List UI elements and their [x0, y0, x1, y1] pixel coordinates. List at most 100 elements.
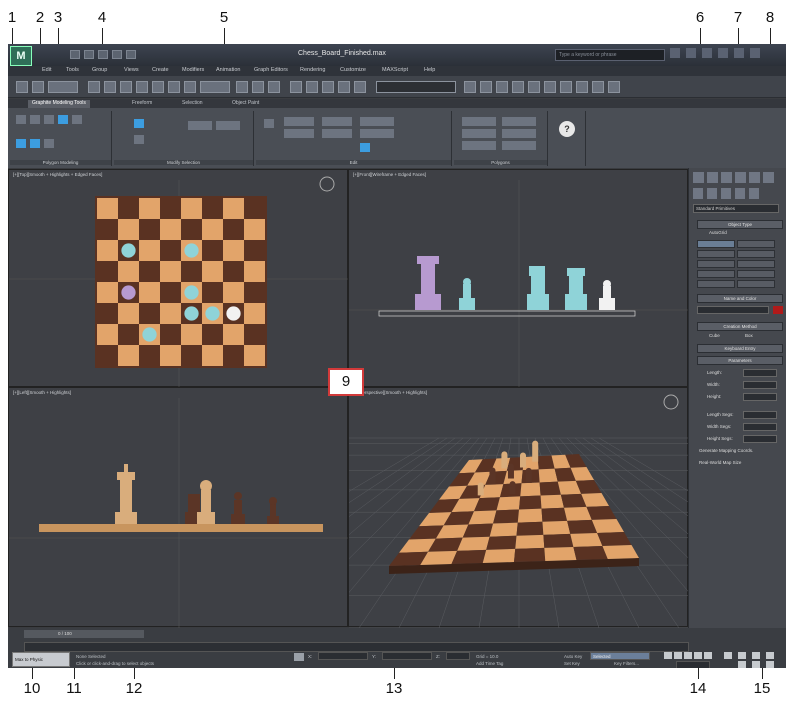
viewport-perspective-label[interactable]: [+][Perspective][Smooth + Highlights] [353, 390, 427, 395]
select-manipulate-icon[interactable] [252, 81, 264, 93]
vertex-icon[interactable] [16, 115, 26, 124]
viewport-front-label[interactable]: [+][Front][Wireframe + Edged Faces] [353, 172, 426, 177]
mirror-icon[interactable] [464, 81, 476, 93]
undo-icon[interactable] [112, 50, 122, 59]
shapes-icon[interactable] [707, 188, 717, 199]
border-icon[interactable] [44, 115, 54, 124]
teapot-button[interactable] [697, 280, 735, 288]
param-spinner[interactable] [743, 411, 777, 419]
creation-method-rollout[interactable]: Creation Method [697, 322, 783, 331]
redo-icon[interactable] [126, 50, 136, 59]
plane-button[interactable] [737, 280, 775, 288]
pyramid-button[interactable] [737, 270, 775, 278]
spinner-snap-icon[interactable] [338, 81, 350, 93]
lights-icon[interactable] [721, 188, 731, 199]
x-coordinate-field[interactable] [318, 652, 368, 660]
current-frame-field[interactable] [676, 661, 710, 668]
menu-maxscript[interactable]: MAXScript [382, 67, 408, 73]
polygon-icon[interactable] [58, 115, 68, 124]
y-coordinate-field[interactable] [382, 652, 432, 660]
next-frame-icon[interactable] [694, 652, 702, 659]
constraint-icon[interactable] [360, 143, 370, 152]
menu-create[interactable]: Create [152, 67, 169, 73]
display-tab-icon[interactable] [749, 172, 760, 183]
edge-icon[interactable] [30, 115, 40, 124]
tab-selection[interactable]: Selection [178, 100, 207, 108]
param-spinner[interactable] [743, 423, 777, 431]
schematic-view-icon[interactable] [544, 81, 556, 93]
favorites-icon[interactable] [702, 48, 712, 58]
tab-object-paint[interactable]: Object Paint [228, 100, 263, 108]
grow-icon[interactable] [134, 119, 144, 128]
lock-selection-icon[interactable] [294, 653, 304, 661]
element-icon[interactable] [72, 115, 82, 124]
render-production-icon[interactable] [608, 81, 620, 93]
keyboard-entry-rollout[interactable]: Keyboard Entry [697, 344, 783, 353]
track-bar[interactable] [24, 642, 689, 652]
redo-tool-icon[interactable] [32, 81, 44, 93]
curve-editor-icon[interactable] [528, 81, 540, 93]
shrink-icon[interactable] [134, 135, 144, 144]
p-connect-button[interactable] [360, 129, 394, 138]
viewport-top-label[interactable]: [+][Top][Smooth + Highlights + Edged Fac… [13, 172, 102, 177]
zoom-icon[interactable] [738, 652, 746, 659]
viewport-left[interactable]: [+][Left][Smooth + Highlights] [8, 387, 349, 628]
region-select-icon[interactable] [120, 81, 132, 93]
motion-tab-icon[interactable] [735, 172, 746, 183]
preserve-uvs-icon[interactable] [264, 119, 274, 128]
menu-customize[interactable]: Customize [340, 67, 366, 73]
flip-button[interactable] [502, 141, 536, 150]
rendered-frame-icon[interactable] [592, 81, 604, 93]
param-spinner[interactable] [743, 369, 777, 377]
z-coordinate-field[interactable] [446, 652, 470, 660]
viewport-top[interactable]: [+][Top][Smooth + Highlights + Edged Fac… [8, 169, 349, 388]
communication-center-icon[interactable] [686, 48, 696, 58]
named-selection-icon[interactable] [354, 81, 366, 93]
cone-button[interactable] [737, 240, 775, 248]
extrude-button[interactable] [462, 117, 496, 126]
zoom-all-icon[interactable] [752, 652, 760, 659]
utilities-tab-icon[interactable] [763, 172, 774, 183]
add-time-tag[interactable]: Add Time Tag [476, 661, 503, 666]
cube-radio[interactable]: Cube [709, 333, 720, 338]
parameters-rollout[interactable]: Parameters [697, 356, 783, 365]
rotate-icon[interactable] [168, 81, 180, 93]
hierarchy-tab-icon[interactable] [721, 172, 732, 183]
cylinder-button[interactable] [697, 260, 735, 268]
swift-loop-button[interactable] [360, 117, 394, 126]
select-by-name-icon[interactable] [104, 81, 116, 93]
ring-button[interactable] [216, 121, 240, 130]
reference-coordinate-dropdown[interactable] [200, 81, 230, 93]
scale-icon[interactable] [184, 81, 196, 93]
menu-edit[interactable]: Edit [42, 67, 51, 73]
box-radio[interactable]: Box [745, 333, 753, 338]
help-icon[interactable] [718, 48, 728, 58]
viewport-perspective[interactable]: [+][Perspective][Smooth + Highlights] [118, 387, 786, 629]
real-world-map-checkbox[interactable]: Real-World Map Size [699, 460, 741, 465]
menu-tools[interactable]: Tools [66, 67, 79, 73]
modify-mode-icon[interactable] [16, 139, 26, 148]
inset-button[interactable] [462, 141, 496, 150]
menu-views[interactable]: Views [124, 67, 139, 73]
field-of-view-icon[interactable] [738, 661, 746, 668]
bevel-button[interactable] [462, 129, 496, 138]
object-type-rollout[interactable]: Object Type [697, 220, 783, 229]
go-to-start-icon[interactable] [664, 652, 672, 659]
autogrid-checkbox[interactable]: AutoGrid [709, 230, 727, 235]
angle-snap-icon[interactable] [306, 81, 318, 93]
generate-mapping-checkbox[interactable]: Generate Mapping Coords. [699, 448, 753, 453]
tab-freeform[interactable]: Freeform [128, 100, 156, 108]
minimize-icon[interactable] [734, 48, 744, 58]
time-slider[interactable]: 0 / 100 [24, 630, 144, 638]
selection-filter-dropdown[interactable] [48, 81, 78, 93]
align-icon[interactable] [480, 81, 492, 93]
loop-button[interactable] [188, 121, 212, 130]
go-to-end-icon[interactable] [704, 652, 712, 659]
key-mode-dropdown[interactable]: Selected [590, 652, 650, 660]
geometry-icon[interactable] [693, 188, 703, 199]
keyboard-shortcut-icon[interactable] [268, 81, 280, 93]
menu-rendering[interactable]: Rendering [300, 67, 325, 73]
close-icon[interactable] [750, 48, 760, 58]
previous-frame-icon[interactable] [674, 652, 682, 659]
name-color-rollout[interactable]: Name and Color [697, 294, 783, 303]
